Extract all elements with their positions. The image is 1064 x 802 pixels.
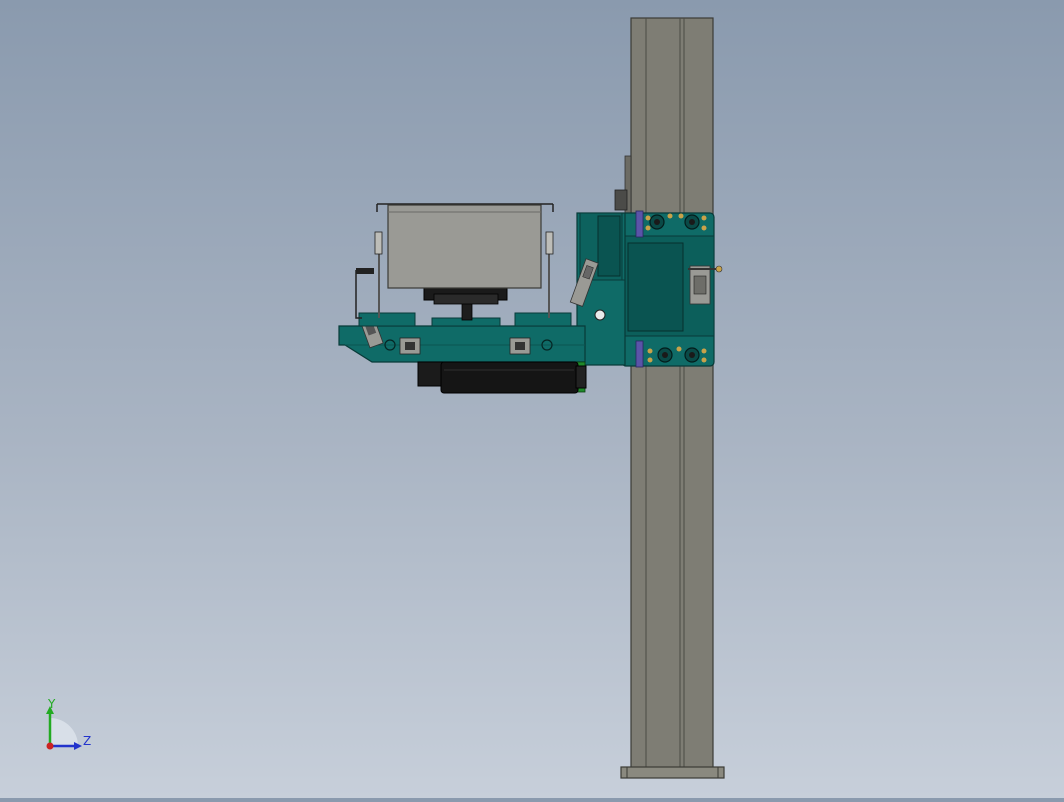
cad-viewport[interactable]: Y Z [0,0,1064,798]
motor[interactable] [417,361,587,394]
model-view[interactable] [0,0,1064,798]
z-axis-label: Z [83,734,91,748]
cable-bracket [614,155,632,217]
hopper-supports [358,285,572,327]
origin-dot [46,742,54,750]
vertical-column[interactable] [620,17,725,779]
carriage-plate[interactable] [621,210,723,368]
axis-triad: Y Z [40,697,100,758]
y-axis-label: Y [47,698,56,711]
triad-plane [50,718,78,746]
hopper-bin[interactable] [376,203,554,289]
